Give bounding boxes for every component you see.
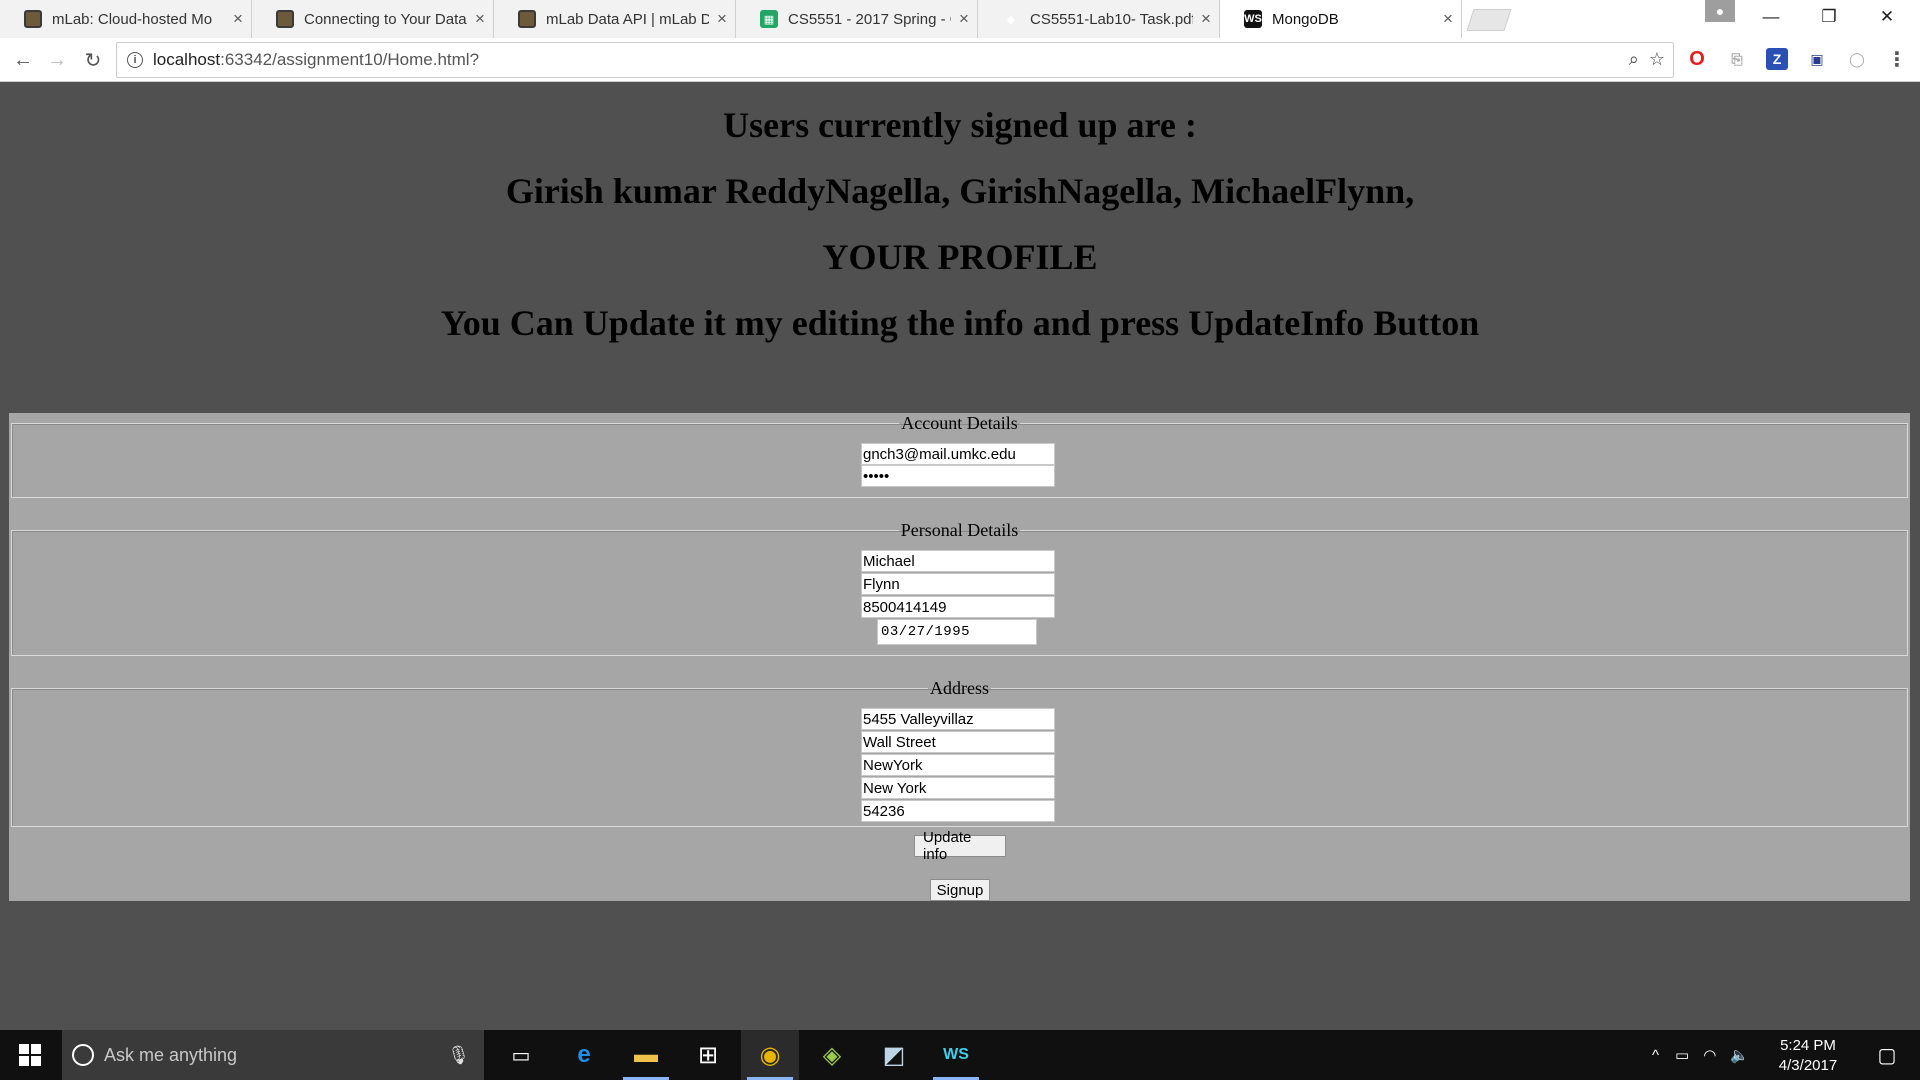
chrome-icon[interactable]: ◉ xyxy=(741,1030,799,1080)
close-icon[interactable]: × xyxy=(225,9,251,29)
password-field[interactable] xyxy=(861,465,1055,487)
sheets-icon: ▦ xyxy=(760,10,778,28)
menu-kebab-icon[interactable]: ⋮ xyxy=(1886,48,1908,71)
personal-details-legend: Personal Details xyxy=(900,520,1019,540)
pdf-extension-icon[interactable]: ⎘ xyxy=(1726,48,1748,70)
task-view-icon[interactable]: ▭ xyxy=(492,1030,550,1080)
close-icon[interactable]: × xyxy=(1435,9,1461,29)
notifications-icon[interactable]: ▢ xyxy=(1858,1030,1916,1080)
edge-icon[interactable]: e xyxy=(555,1030,613,1080)
windows-taskbar: Ask me anything 🎙 ▭ e ▬ ⊞ ◉ ◈ ◩ WS ^ ▭ ◠… xyxy=(0,1030,1920,1080)
webstorm-icon: WS xyxy=(1244,10,1262,28)
clock-time: 5:24 PM xyxy=(1780,1037,1836,1054)
system-tray: ^ ▭ ◠ 🔈 xyxy=(1652,1030,1749,1080)
battery-icon[interactable]: ▭ xyxy=(1675,1046,1689,1064)
tab-mlab-cloud[interactable]: mLab: Cloud-hosted Mo × xyxy=(0,0,252,38)
dropbox-icon: ◆ xyxy=(1006,13,1016,26)
state-field[interactable] xyxy=(861,777,1055,799)
notes-app-icon[interactable]: ◩ xyxy=(865,1030,923,1080)
tab-lab10-pdf[interactable]: ◆ CS5551-Lab10- Task.pdf × xyxy=(978,0,1220,38)
file-explorer-icon[interactable]: ▬ xyxy=(617,1030,675,1080)
cortana-icon xyxy=(72,1044,94,1066)
android-studio-icon[interactable]: ◈ xyxy=(803,1030,861,1080)
reload-icon[interactable]: ↻ xyxy=(78,46,108,74)
zip-field[interactable] xyxy=(861,800,1055,822)
tab-title: mLab: Cloud-hosted Mo xyxy=(52,10,213,28)
restore-icon[interactable]: ❐ xyxy=(1800,0,1858,34)
close-window-icon[interactable]: ✕ xyxy=(1858,0,1916,34)
address-line1-field[interactable] xyxy=(861,708,1055,730)
tab-title: mLab Data API | mLab D xyxy=(546,10,709,28)
close-icon[interactable]: × xyxy=(467,9,493,29)
bookmark-star-icon[interactable]: ☆ xyxy=(1649,49,1665,70)
wifi-icon[interactable]: ◠ xyxy=(1703,1046,1716,1064)
tab-title: Connecting to Your Data xyxy=(304,10,467,28)
browser-toolbar: ← → ↻ i localhost:63342/assignment10/Hom… xyxy=(0,38,1920,82)
profile-heading: YOUR PROFILE xyxy=(822,237,1098,277)
account-details-legend: Account Details xyxy=(901,413,1018,433)
tab-cs5551-sheet[interactable]: ▦ CS5551 - 2017 Spring - G × xyxy=(736,0,978,38)
opera-extension-icon[interactable]: O xyxy=(1686,48,1708,70)
mlab-icon xyxy=(518,10,536,28)
tab-title: CS5551-Lab10- Task.pdf xyxy=(1030,10,1193,28)
update-info-button[interactable]: Update info xyxy=(914,829,1006,863)
profile-form: Account Details Personal Details Address… xyxy=(9,413,1910,901)
media-extension-icon[interactable]: ▣ xyxy=(1806,48,1828,70)
signup-button[interactable]: Signup xyxy=(930,879,990,901)
users-heading: Users currently signed up are : xyxy=(723,105,1197,145)
user-names-heading: Girish kumar ReddyNagella, GirishNagella… xyxy=(505,171,1415,211)
minimize-icon[interactable]: — xyxy=(1742,0,1800,34)
z-extension-icon[interactable]: Z xyxy=(1766,48,1788,70)
back-arrow-icon[interactable]: ← xyxy=(8,46,38,74)
circle-extension-icon[interactable]: ◯ xyxy=(1846,48,1868,70)
close-icon[interactable]: × xyxy=(1193,9,1219,29)
profile-icon[interactable]: ● xyxy=(1705,0,1735,22)
tab-mlab-data-api[interactable]: mLab Data API | mLab D × xyxy=(494,0,736,38)
first-name-field[interactable] xyxy=(861,550,1055,572)
url-text: localhost:63342/assignment10/Home.html? xyxy=(153,50,480,69)
close-icon[interactable]: × xyxy=(709,9,735,29)
info-icon[interactable]: i xyxy=(127,52,143,68)
volume-icon[interactable]: 🔈 xyxy=(1730,1046,1749,1064)
address-legend: Address xyxy=(930,678,989,698)
search-placeholder: Ask me anything xyxy=(104,1044,238,1065)
mlab-icon xyxy=(24,10,42,28)
tab-title: CS5551 - 2017 Spring - G xyxy=(788,10,951,28)
cortana-search-box[interactable]: Ask me anything 🎙 xyxy=(62,1030,484,1080)
system-clock[interactable]: 5:24 PM 4/3/2017 xyxy=(1764,1036,1852,1076)
date-of-birth-field[interactable] xyxy=(877,619,1037,645)
address-bar[interactable]: i localhost:63342/assignment10/Home.html… xyxy=(116,42,1674,78)
chevron-up-icon[interactable]: ^ xyxy=(1652,1047,1659,1064)
tab-title: MongoDB xyxy=(1272,10,1339,28)
instructions-heading: You Can Update it my editing the info an… xyxy=(440,303,1480,343)
webstorm-taskbar-icon[interactable]: WS xyxy=(927,1030,985,1080)
city-field[interactable] xyxy=(861,754,1055,776)
page-content: Users currently signed up are : Girish k… xyxy=(0,82,1920,1030)
close-icon[interactable]: × xyxy=(951,9,977,29)
clock-date: 4/3/2017 xyxy=(1778,1057,1838,1074)
start-button[interactable] xyxy=(0,1030,60,1080)
address-line2-field[interactable] xyxy=(861,731,1055,753)
tab-connecting-data[interactable]: Connecting to Your Data × xyxy=(252,0,494,38)
last-name-field[interactable] xyxy=(861,573,1055,595)
tab-mongodb[interactable]: WS MongoDB × xyxy=(1220,0,1462,38)
store-icon[interactable]: ⊞ xyxy=(679,1030,737,1080)
phone-field[interactable] xyxy=(861,596,1055,618)
new-tab-button[interactable] xyxy=(1466,9,1512,31)
mlab-icon xyxy=(276,10,294,28)
windows-logo-icon xyxy=(19,1044,41,1066)
browser-tab-strip: mLab: Cloud-hosted Mo × Connecting to Yo… xyxy=(0,0,1920,38)
microphone-icon[interactable]: 🎙 xyxy=(447,1045,470,1066)
zoom-icon[interactable]: ⌕ xyxy=(1629,49,1639,70)
forward-arrow-icon[interactable]: → xyxy=(42,46,72,74)
email-field[interactable] xyxy=(861,443,1055,465)
